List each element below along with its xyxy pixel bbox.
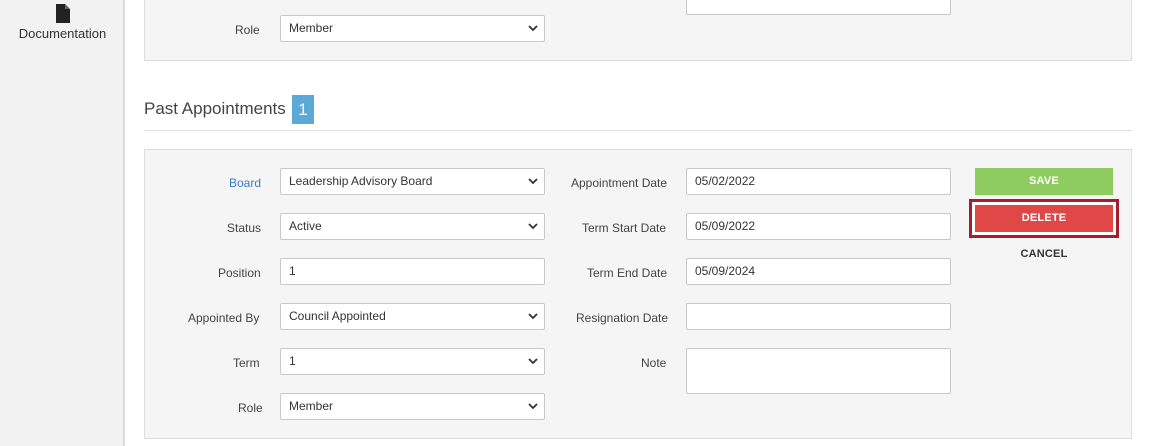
divider: [144, 130, 1132, 131]
status-select[interactable]: Active: [280, 213, 545, 240]
count-badge: 1: [292, 95, 314, 124]
sidebar: Documentation: [0, 0, 125, 446]
chevron-down-icon: [528, 25, 538, 32]
chevron-down-icon: [528, 403, 538, 410]
chevron-down-icon: [528, 313, 538, 320]
position-label: Position: [218, 266, 261, 280]
current-appointment-panel: Role Member: [144, 0, 1132, 61]
section-title: Past Appointments: [144, 99, 286, 118]
cancel-button[interactable]: CANCEL: [975, 241, 1113, 268]
term-end-date-input[interactable]: 05/09/2024: [686, 258, 951, 285]
appointment-date-input[interactable]: 05/02/2022: [686, 168, 951, 195]
chevron-down-icon: [528, 178, 538, 185]
delete-button-highlight: DELETE: [969, 199, 1119, 238]
appointed-by-select-value: Council Appointed: [289, 309, 386, 323]
term-select[interactable]: 1: [280, 348, 545, 375]
term-start-date-input[interactable]: 05/09/2022: [686, 213, 951, 240]
status-select-value: Active: [289, 219, 322, 233]
board-select-value: Leadership Advisory Board: [289, 174, 433, 188]
main-content: Role Member Past Appointments 1 Board Le…: [127, 0, 1150, 446]
past-appointment-panel: Board Leadership Advisory Board Status A…: [144, 149, 1132, 439]
sidebar-item-documentation[interactable]: Documentation: [0, 0, 125, 50]
role-select[interactable]: Member: [280, 393, 545, 420]
delete-button[interactable]: DELETE: [975, 205, 1113, 232]
term-start-date-label: Term Start Date: [582, 221, 667, 235]
note-textarea[interactable]: [686, 348, 951, 394]
board-select[interactable]: Leadership Advisory Board: [280, 168, 545, 195]
document-icon: [56, 4, 70, 23]
chevron-down-icon: [528, 358, 538, 365]
term-end-date-label: Term End Date: [587, 266, 668, 280]
role-select-value: Member: [289, 21, 334, 35]
position-input[interactable]: 1: [280, 258, 545, 285]
appointed-by-label: Appointed By: [188, 311, 260, 325]
board-label-link[interactable]: Board: [229, 176, 261, 190]
appointed-by-select[interactable]: Council Appointed: [280, 303, 545, 330]
appointment-date-label: Appointment Date: [571, 176, 668, 190]
term-start-date-value: 05/09/2022: [695, 219, 756, 233]
note-label: Note: [641, 356, 667, 370]
term-select-value: 1: [289, 354, 296, 368]
resignation-date-label: Resignation Date: [576, 311, 669, 325]
appointment-date-value: 05/02/2022: [695, 174, 756, 188]
position-input-value: 1: [289, 264, 296, 278]
chevron-down-icon: [528, 223, 538, 230]
status-label: Status: [227, 221, 262, 235]
resignation-date-input[interactable]: [686, 303, 951, 330]
role-label: Role: [235, 23, 260, 37]
role-label: Role: [238, 401, 263, 415]
sidebar-item-label: Documentation: [18, 26, 107, 41]
term-label: Term: [233, 356, 260, 370]
note-textarea[interactable]: [686, 0, 951, 15]
term-end-date-value: 05/09/2024: [695, 264, 756, 278]
role-select-value: Member: [289, 399, 334, 413]
save-button[interactable]: SAVE: [975, 168, 1113, 195]
role-select[interactable]: Member: [280, 15, 545, 42]
